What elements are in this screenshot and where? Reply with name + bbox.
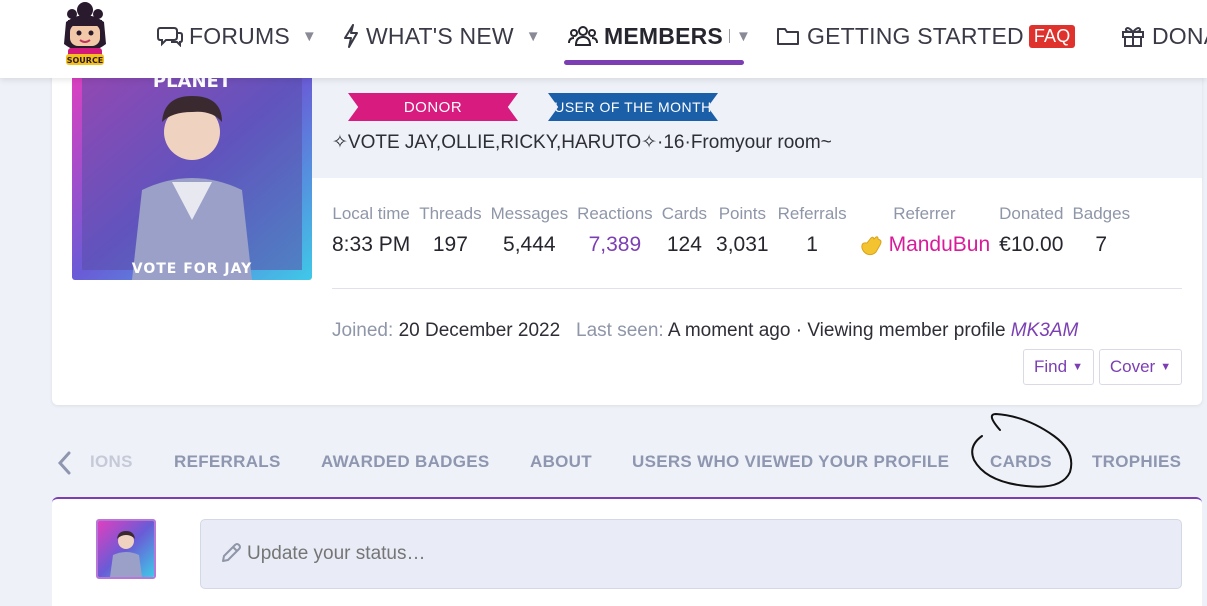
nav-whats-new-label: WHAT'S NEW	[366, 22, 514, 49]
folder-icon	[775, 24, 801, 48]
stat-value: €10.00	[999, 233, 1064, 256]
stat-value: 7	[1095, 233, 1108, 256]
status-input[interactable]	[200, 519, 1182, 589]
stat-value: 197	[432, 233, 468, 256]
nav-donate[interactable]: DONA	[1120, 18, 1207, 54]
tab-about[interactable]: ABOUT	[530, 452, 592, 472]
chevron-left-icon[interactable]	[54, 448, 76, 478]
profile-divider	[332, 288, 1182, 289]
nav-getting-started-label: GETTING STARTED	[807, 22, 1024, 49]
nav-members[interactable]: MEMBERS ▼	[568, 18, 751, 54]
nav-getting-started[interactable]: GETTING STARTED FAQ	[775, 18, 1076, 54]
chevron-down-icon[interactable]: ▼	[526, 28, 541, 45]
gift-icon	[1120, 24, 1146, 48]
joined-label: Joined:	[332, 320, 394, 341]
chevron-down-icon[interactable]: ▼	[302, 28, 317, 45]
stat-threads[interactable]: Threads 197	[419, 204, 481, 257]
stat-label: Badges	[1072, 204, 1131, 223]
stat-value: 8:33 PM	[332, 233, 411, 256]
custom-user-title: ✧VOTE JAY,OLLIE,RICKY,HARUTO✧·16·Fromyou…	[332, 132, 832, 153]
nav-separator	[728, 29, 730, 43]
stat-value-link[interactable]: 7,389	[589, 233, 642, 257]
top-navigation: SOURCE FORUMS ▼ WHAT'S NEW ▼ MEMBERS ▼ G…	[0, 0, 1207, 78]
avatar-caption-bottom: VOTE FOR JAY	[132, 261, 252, 277]
nav-forums[interactable]: FORUMS ▼	[157, 18, 317, 54]
status-avatar[interactable]	[96, 519, 156, 579]
stat-referrer[interactable]: Referrer ManduBun	[859, 204, 991, 257]
donor-banner: DONOR	[348, 93, 518, 121]
nav-whats-new[interactable]: WHAT'S NEW ▼	[342, 18, 541, 54]
comments-icon	[157, 24, 183, 48]
stat-local-time: Local time 8:33 PM	[332, 204, 410, 257]
stat-label: Referrals	[777, 204, 847, 223]
stat-label: Messages	[490, 204, 569, 223]
referrer-name: ManduBun	[888, 233, 991, 256]
profile-activity-line: Joined: 20 December 2022 Last seen: A mo…	[332, 320, 1078, 342]
stat-cards[interactable]: Cards 124	[662, 204, 707, 257]
tab-users-who-viewed[interactable]: USERS WHO VIEWED YOUR PROFILE	[632, 452, 949, 472]
last-seen-label: Last seen:	[576, 320, 664, 341]
stat-label: Cards	[661, 204, 708, 223]
tab-awarded-badges[interactable]: AWARDED BADGES	[321, 452, 490, 472]
find-button[interactable]: Find ▼	[1023, 349, 1094, 385]
stat-points[interactable]: Points 3,031	[716, 204, 769, 257]
site-logo[interactable]: SOURCE	[56, 0, 114, 68]
viewed-member-link[interactable]: MK3AM	[1011, 320, 1079, 341]
nav-members-label: MEMBERS	[604, 22, 723, 49]
faq-badge: FAQ	[1028, 24, 1076, 48]
waving-hand-icon	[860, 236, 882, 256]
bolt-icon	[342, 24, 360, 48]
logo-text: SOURCE	[67, 56, 104, 65]
caret-down-icon: ▼	[1160, 361, 1172, 373]
stat-value: 124	[666, 233, 702, 256]
user-of-the-month-banner: USER OF THE MONTH	[548, 93, 718, 121]
find-button-label: Find	[1034, 357, 1068, 376]
stat-label: Referrer	[893, 204, 956, 223]
tab-referrals[interactable]: REFERRALS	[174, 452, 281, 472]
caret-down-icon: ▼	[1072, 361, 1083, 373]
stat-badges[interactable]: Badges 7	[1072, 204, 1130, 257]
stat-label: Threads	[419, 204, 482, 223]
cover-button[interactable]: Cover ▼	[1099, 349, 1182, 385]
last-seen-value: A moment ago · Viewing member profile	[667, 320, 1006, 341]
stat-label: Donated	[999, 204, 1064, 223]
tab-trophies[interactable]: TROPHIES	[1092, 452, 1181, 472]
nav-donate-label: DONA	[1152, 22, 1207, 49]
nav-forums-label: FORUMS	[189, 22, 290, 49]
stat-value: 3,031	[716, 233, 769, 256]
chevron-down-icon[interactable]: ▼	[736, 28, 751, 45]
stat-referrals[interactable]: Referrals 1	[778, 204, 847, 257]
stat-value: 5,444	[503, 233, 556, 256]
profile-stats: Local time 8:33 PM Threads 197 Messages …	[332, 204, 1139, 257]
stat-label: Local time	[332, 204, 410, 223]
joined-date: 20 December 2022	[398, 320, 561, 341]
stat-reactions[interactable]: Reactions 7,389	[577, 204, 653, 257]
tab-reactions-partial[interactable]: IONS	[90, 452, 133, 472]
active-nav-underline	[564, 60, 744, 65]
referrer-link[interactable]: ManduBun	[859, 233, 991, 257]
stat-label: Reactions	[577, 204, 653, 223]
pencil-icon	[222, 543, 241, 562]
stat-messages[interactable]: Messages 5,444	[491, 204, 568, 257]
cover-button-label: Cover	[1109, 357, 1156, 376]
users-icon	[568, 24, 598, 48]
stat-donated: Donated €10.00	[999, 204, 1063, 257]
hand-drawn-circle-annotation	[971, 412, 1073, 488]
stat-value: 1	[806, 233, 818, 256]
stat-label: Points	[718, 204, 766, 223]
profile-avatar[interactable]: PLANET VOTE FOR JAY	[72, 70, 312, 280]
